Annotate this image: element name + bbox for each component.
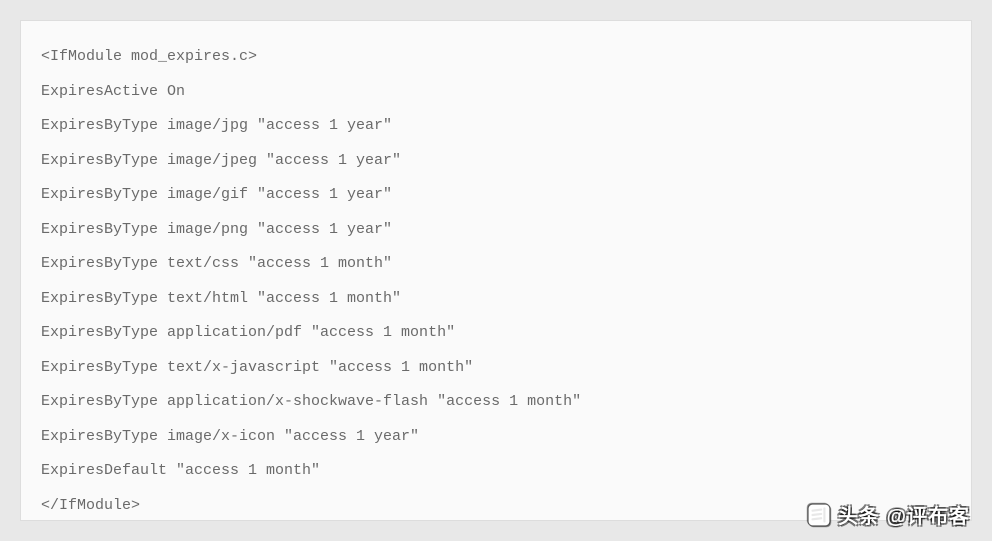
code-line: ExpiresByType image/gif "access 1 year" [41, 187, 951, 204]
code-line: ExpiresByType image/jpg "access 1 year" [41, 118, 951, 135]
code-line: ExpiresDefault "access 1 month" [41, 463, 951, 480]
code-line: ExpiresByType image/jpeg "access 1 year" [41, 153, 951, 170]
code-line: <IfModule mod_expires.c> [41, 49, 951, 66]
code-line: ExpiresByType application/pdf "access 1 … [41, 325, 951, 342]
code-line: ExpiresByType image/x-icon "access 1 yea… [41, 429, 951, 446]
watermark-text: 头条 @评布客 [838, 500, 970, 529]
code-line: ExpiresByType text/css "access 1 month" [41, 256, 951, 273]
code-line: ExpiresActive On [41, 84, 951, 101]
code-line: ExpiresByType application/x-shockwave-fl… [41, 394, 951, 411]
code-block: <IfModule mod_expires.c> ExpiresActive O… [20, 20, 972, 521]
watermark: 头条 @评布客 [806, 500, 970, 529]
code-line: ExpiresByType text/x-javascript "access … [41, 360, 951, 377]
code-line: ExpiresByType text/html "access 1 month" [41, 291, 951, 308]
toutiao-icon [806, 502, 832, 528]
code-line: ExpiresByType image/png "access 1 year" [41, 222, 951, 239]
